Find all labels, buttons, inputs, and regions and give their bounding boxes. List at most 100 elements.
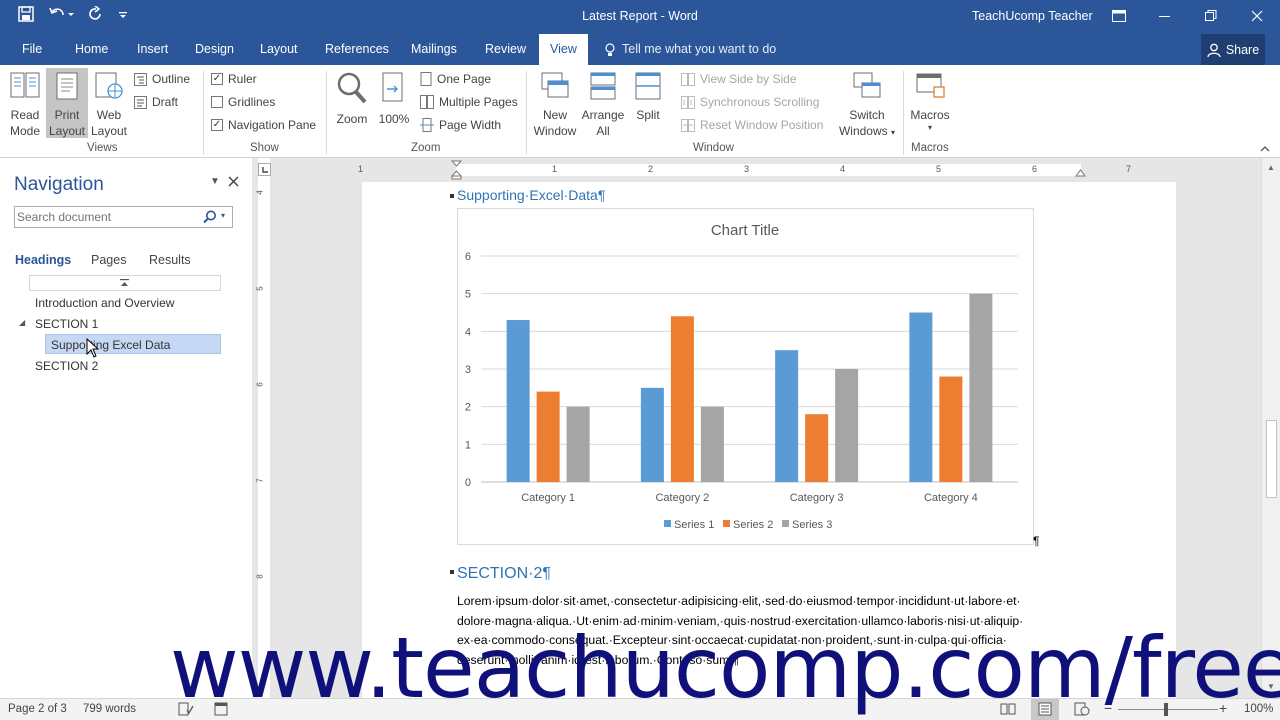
tell-me-search[interactable]: Tell me what you want to do (622, 42, 776, 56)
legend-entry[interactable]: Series 3 (792, 519, 832, 531)
chart-bar[interactable] (805, 414, 829, 482)
user-name[interactable]: TeachUcomp Teacher (972, 9, 1093, 23)
web-layout-label-2: Layout (90, 124, 128, 138)
chart-bar[interactable] (670, 316, 694, 482)
synchronous-scrolling-button[interactable]: Synchronous Scrolling (681, 95, 819, 109)
tab-references[interactable]: References (325, 42, 389, 56)
vruler-number: 4 (255, 190, 265, 195)
web-layout-button[interactable]: Web Layout (90, 71, 128, 139)
page-width-button[interactable]: Page Width (420, 118, 501, 132)
restore-button[interactable] (1196, 4, 1226, 28)
word-count[interactable]: 799 words (83, 703, 136, 715)
web-layout-label-1: Web (96, 108, 122, 122)
scroll-up-icon[interactable]: ▲ (1267, 163, 1275, 172)
chart-bar[interactable] (506, 320, 530, 482)
split-label: Split (636, 108, 660, 122)
switch-windows-button[interactable]: Switch Windows ▾ (836, 71, 898, 141)
close-pane-icon[interactable] (228, 176, 239, 187)
heading-supporting-excel-data[interactable]: Supporting·Excel·Data¶ (457, 187, 605, 203)
expand-collapse-icon[interactable]: ◢ (19, 318, 25, 327)
collapse-ribbon-icon[interactable] (1260, 145, 1270, 153)
reset-window-position-button[interactable]: Reset Window Position (681, 118, 823, 132)
chart-bar[interactable] (835, 369, 859, 482)
tab-layout[interactable]: Layout (260, 42, 298, 56)
outline-button[interactable]: Outline (134, 72, 190, 86)
tab-review[interactable]: Review (485, 42, 526, 56)
y-tick-label: 6 (465, 251, 471, 263)
heading-section-2[interactable]: SECTION·2¶ (457, 565, 551, 583)
navigation-pane-checkbox[interactable]: ✓ Navigation Pane (211, 118, 316, 132)
switch-windows-label-1: Switch (849, 108, 885, 122)
share-button[interactable]: Share (1201, 34, 1265, 65)
read-mode-icon (10, 72, 40, 98)
chart-title[interactable]: Chart Title (711, 222, 779, 239)
ruler-check: ✓ (211, 73, 223, 85)
split-button[interactable]: Split (630, 71, 666, 123)
read-mode-button[interactable]: Read Mode (6, 71, 44, 139)
chart-bar[interactable] (566, 406, 590, 482)
new-window-icon (541, 72, 569, 98)
nav-tab-pages[interactable]: Pages (91, 253, 126, 267)
nav-tab-headings[interactable]: Headings (15, 253, 71, 267)
tab-design[interactable]: Design (195, 42, 234, 56)
zoom-button[interactable]: Zoom (333, 71, 371, 127)
page-count[interactable]: Page 2 of 3 (8, 703, 67, 715)
close-window-button[interactable] (1242, 4, 1272, 28)
horizontal-ruler[interactable]: 1 1 2 3 4 5 6 7 (276, 158, 1261, 182)
legend-entry[interactable]: Series 2 (733, 519, 773, 531)
collapse-up-icon (120, 279, 129, 286)
draft-button[interactable]: Draft (134, 95, 178, 109)
heading-item-section-2[interactable]: SECTION 2 (35, 359, 98, 373)
ribbon-display-options-button[interactable] (1104, 4, 1134, 28)
chart-bar[interactable] (909, 312, 933, 483)
pane-options-dropdown-icon[interactable]: ▼ (210, 176, 220, 187)
search-icon[interactable] (203, 210, 217, 224)
new-window-button[interactable]: New Window (532, 71, 578, 139)
one-page-button[interactable]: One Page (420, 72, 491, 86)
legend-entry[interactable]: Series 1 (674, 519, 714, 531)
chart-bar[interactable] (969, 293, 993, 482)
tab-insert[interactable]: Insert (137, 42, 168, 56)
split-icon (635, 72, 661, 100)
minimize-button[interactable] (1150, 4, 1180, 28)
print-layout-button[interactable]: Print Layout (46, 68, 88, 138)
vertical-scrollbar[interactable]: ▲ ▼ (1261, 158, 1280, 698)
view-side-by-side-button[interactable]: View Side by Side (681, 72, 797, 86)
search-document-box[interactable]: ▾ (14, 206, 233, 228)
tab-view[interactable]: View (539, 34, 588, 65)
first-line-indent-marker[interactable] (451, 160, 462, 180)
zoom-100-button[interactable]: 100% (376, 71, 412, 127)
search-input[interactable] (17, 209, 197, 225)
tab-file[interactable]: File (22, 42, 42, 56)
tab-mailings[interactable]: Mailings (411, 42, 457, 56)
print-layout-label-2: Layout (48, 124, 86, 138)
scroll-thumb[interactable] (1266, 420, 1277, 498)
tab-selector[interactable] (258, 163, 271, 176)
ruler-checkbox[interactable]: ✓ Ruler (211, 72, 257, 86)
tab-home[interactable]: Home (75, 42, 108, 56)
heading-bullet (450, 194, 454, 198)
chart-bar[interactable] (700, 406, 724, 482)
heading-item-intro[interactable]: Introduction and Overview (35, 296, 174, 310)
gridlines-checkbox[interactable]: Gridlines (211, 95, 275, 109)
right-indent-marker[interactable] (1075, 168, 1086, 178)
search-options-icon[interactable]: ▾ (221, 211, 225, 220)
arrange-all-button[interactable]: Arrange All (580, 71, 626, 139)
watermark-url: www.teachucomp.com/free (170, 619, 1280, 717)
chart[interactable]: Chart Title 0 1 2 3 4 5 6 Category 1 Category 2… (457, 208, 1034, 545)
macros-button[interactable]: Macros ▾ (908, 71, 952, 133)
y-tick-label: 4 (465, 326, 471, 338)
heading-item-section-1[interactable]: SECTION 1 (35, 317, 98, 331)
read-mode-label-1: Read (10, 108, 40, 122)
vertical-ruler[interactable]: 4 5 6 7 8 (252, 158, 276, 698)
page-width-icon (420, 118, 434, 132)
heading-item-supporting-excel-selected[interactable]: Supporting Excel Data (45, 334, 221, 354)
ruler-label: Ruler (228, 72, 257, 86)
chart-bar[interactable] (536, 391, 560, 482)
multiple-pages-button[interactable]: Multiple Pages (420, 95, 518, 109)
collapse-all-headings-bar[interactable] (29, 275, 221, 291)
chart-bar[interactable] (939, 376, 963, 482)
nav-tab-results[interactable]: Results (149, 253, 191, 267)
chart-bar[interactable] (640, 387, 664, 482)
chart-bar[interactable] (775, 350, 799, 482)
